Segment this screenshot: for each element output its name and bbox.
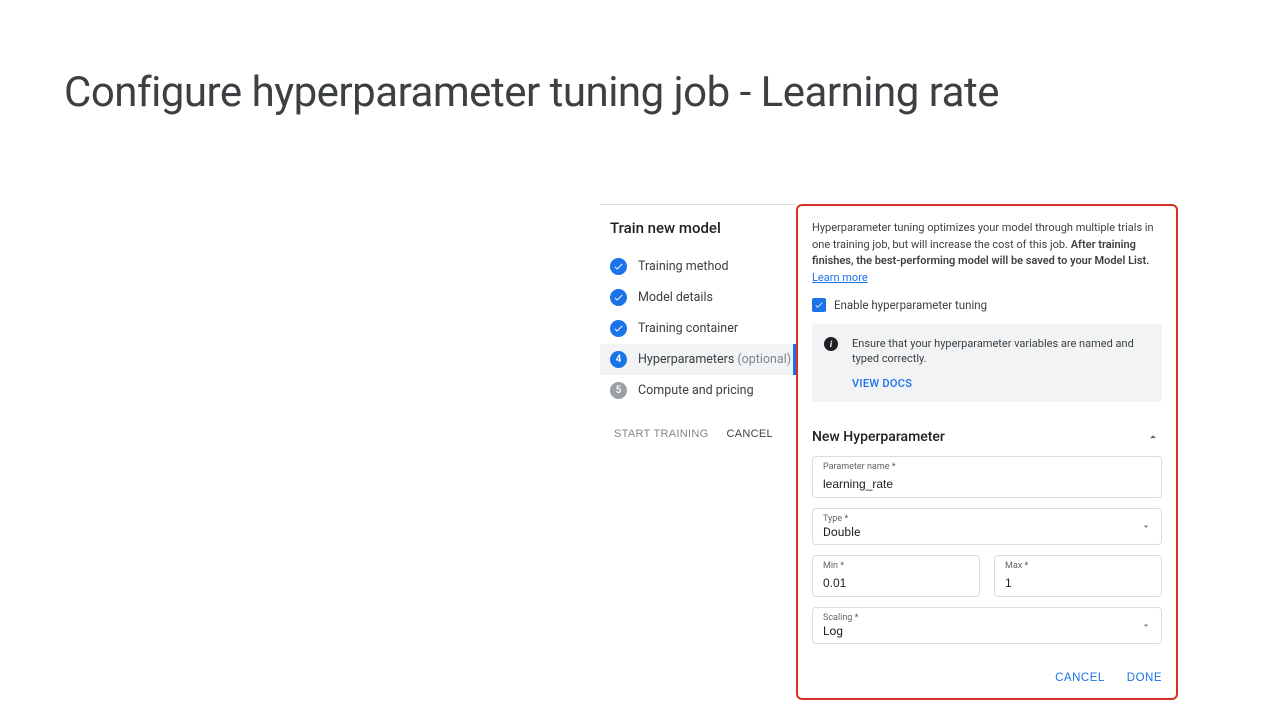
stepper-panel: Train new model Training method Model de… — [600, 204, 796, 440]
field-label: Min * — [823, 561, 969, 571]
stepper-title: Train new model — [610, 219, 796, 237]
learn-more-link[interactable]: Learn more — [812, 271, 868, 284]
enable-tuning-label: Enable hyperparameter tuning — [834, 298, 987, 312]
type-field[interactable]: Type * Double — [812, 508, 1162, 545]
start-training-button[interactable]: START TRAINING — [614, 428, 708, 440]
panel-cancel-button[interactable]: CANCEL — [1055, 672, 1105, 684]
intro-text: Hyperparameter tuning optimizes your mod… — [812, 220, 1162, 286]
panel-done-button[interactable]: DONE — [1127, 672, 1162, 684]
parameter-name-input[interactable] — [823, 477, 1151, 491]
max-field[interactable]: Max * — [994, 555, 1162, 597]
checkbox-checked-icon[interactable] — [812, 298, 826, 312]
check-icon — [610, 258, 627, 275]
page-title: Configure hyperparameter tuning job - Le… — [64, 68, 999, 117]
hyperparameter-title: New Hyperparameter — [812, 429, 945, 445]
stepper-actions: START TRAINING CANCEL — [600, 418, 796, 440]
parameter-name-field[interactable]: Parameter name * — [812, 456, 1162, 498]
panel-actions: CANCEL DONE — [812, 672, 1162, 684]
step-model-details[interactable]: Model details — [600, 282, 796, 313]
step-label: Training method — [638, 259, 729, 274]
check-icon — [610, 289, 627, 306]
info-banner: i Ensure that your hyperparameter variab… — [812, 324, 1162, 402]
field-label: Parameter name * — [823, 462, 1151, 472]
step-number-icon: 5 — [610, 382, 627, 399]
step-optional-label: (optional) — [737, 352, 791, 367]
min-input[interactable] — [823, 576, 969, 590]
step-training-method[interactable]: Training method — [600, 251, 796, 282]
field-label: Type * — [823, 514, 1151, 524]
min-field[interactable]: Min * — [812, 555, 980, 597]
chevron-up-icon[interactable] — [1144, 428, 1162, 446]
step-label: Model details — [638, 290, 713, 305]
chevron-down-icon — [1141, 616, 1151, 635]
step-number-icon: 4 — [610, 351, 627, 368]
info-icon: i — [824, 337, 838, 351]
info-text: Ensure that your hyperparameter variable… — [852, 336, 1150, 367]
step-hyperparameters[interactable]: 4 Hyperparameters (optional) — [600, 344, 796, 375]
step-label: Training container — [638, 321, 738, 336]
step-label: Hyperparameters — [638, 352, 734, 367]
chevron-down-icon — [1141, 517, 1151, 536]
scaling-value: Log — [823, 624, 1151, 638]
max-input[interactable] — [1005, 576, 1151, 590]
cancel-button[interactable]: CANCEL — [726, 428, 772, 440]
step-label: Compute and pricing — [638, 383, 754, 398]
check-icon — [610, 320, 627, 337]
view-docs-link[interactable]: VIEW DOCS — [852, 377, 1150, 390]
field-label: Max * — [1005, 561, 1151, 571]
hyperparameter-panel: Hyperparameter tuning optimizes your mod… — [796, 204, 1178, 700]
enable-tuning-row[interactable]: Enable hyperparameter tuning — [812, 298, 1162, 312]
step-training-container[interactable]: Training container — [600, 313, 796, 344]
type-value: Double — [823, 525, 1151, 539]
step-compute-pricing[interactable]: 5 Compute and pricing — [600, 375, 796, 406]
scaling-field[interactable]: Scaling * Log — [812, 607, 1162, 644]
hyperparameter-header: New Hyperparameter — [812, 428, 1162, 446]
field-label: Scaling * — [823, 613, 1151, 623]
